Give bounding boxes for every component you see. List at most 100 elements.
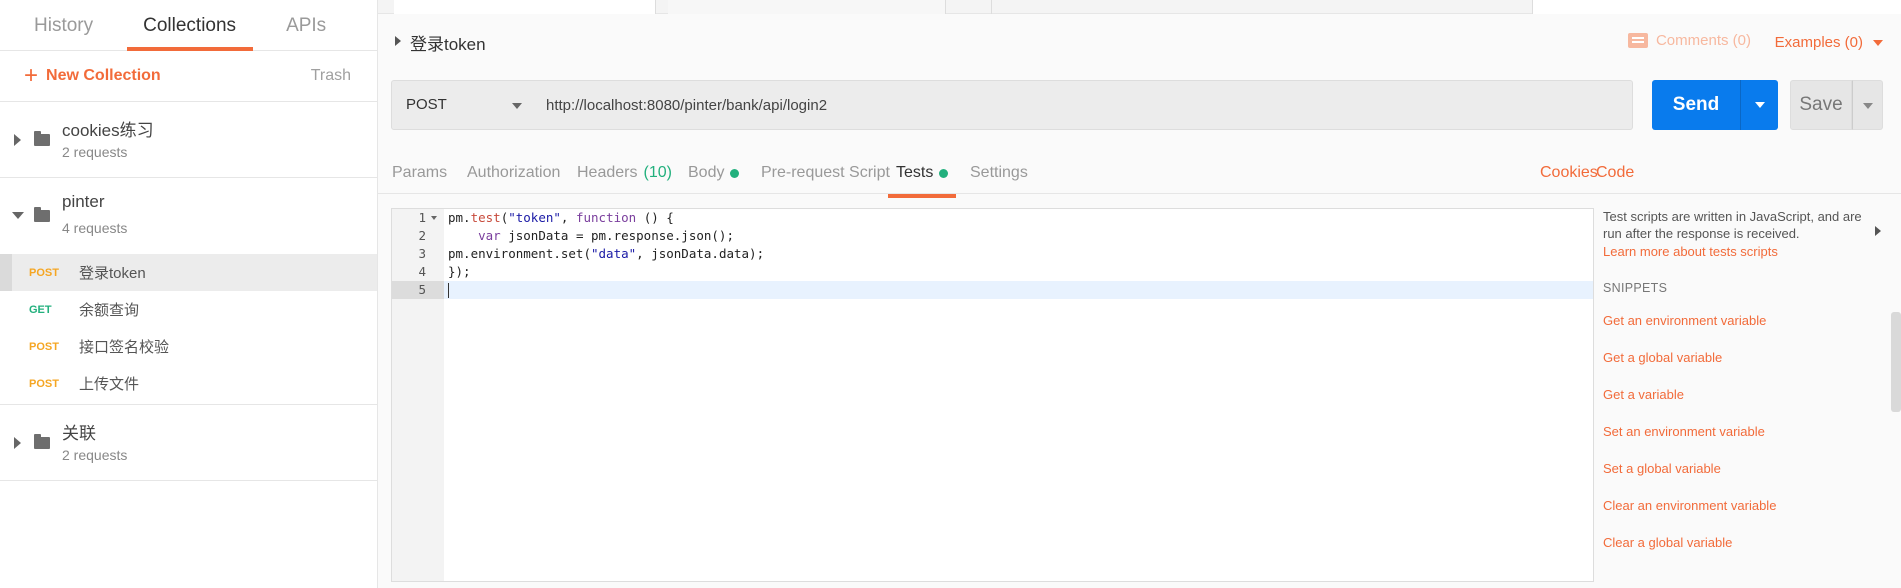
method-badge: POST	[29, 377, 59, 390]
code-text	[448, 281, 449, 299]
request-name: 登录token	[79, 265, 146, 282]
snippet-link[interactable]: Clear an environment variable	[1603, 498, 1873, 517]
request-item[interactable]: POST 接口签名校验	[0, 328, 377, 365]
tab-label: Params	[392, 164, 448, 181]
fold-arrow-icon[interactable]	[431, 216, 437, 220]
collection-name: cookies练习	[62, 121, 154, 140]
sidebar-tabs: History Collections APIs	[0, 0, 377, 51]
tab-prerequest-script[interactable]: Pre-request Script	[761, 164, 890, 182]
new-collection-label: New Collection	[46, 67, 161, 84]
request-title-row: 登录token Comments (0) Examples (0)	[378, 24, 1901, 58]
sidebar-actions: + New Collection Trash	[0, 51, 377, 102]
headers-count: (10)	[643, 164, 672, 181]
comments-label: Comments (0)	[1655, 32, 1751, 49]
caret-right-icon[interactable]	[14, 437, 21, 449]
tab-params[interactable]: Params	[392, 164, 447, 182]
url-input[interactable]	[534, 80, 1633, 130]
panel-description: Test scripts are written in JavaScript, …	[1603, 209, 1862, 241]
tab-apis[interactable]: APIs	[270, 0, 342, 50]
line-number: 2	[418, 228, 426, 243]
folder-icon	[34, 434, 50, 449]
tab-label: Pre-request Script	[761, 164, 890, 181]
code-text: });	[448, 264, 471, 279]
tab-tests[interactable]: Tests	[887, 164, 957, 198]
folder-icon	[34, 131, 50, 146]
send-button[interactable]: Send	[1652, 80, 1740, 130]
add-tab-button[interactable]	[956, 0, 992, 14]
comments-button[interactable]: Comments (0)	[1627, 32, 1751, 49]
request-item[interactable]: POST 登录token	[0, 254, 377, 291]
collection-count: 2 requests	[62, 447, 128, 463]
caret-right-icon[interactable]	[395, 36, 401, 46]
request-name: 上传文件	[79, 376, 140, 393]
method-badge: POST	[29, 340, 59, 353]
active-dot-icon	[730, 168, 740, 178]
request-tab-strip	[378, 0, 1901, 14]
request-tab[interactable]	[668, 0, 946, 14]
request-name: 接口签名校验	[79, 339, 170, 356]
collection-cookies[interactable]: cookies练习 2 requests	[0, 102, 377, 178]
scrollbar[interactable]	[1891, 312, 1901, 412]
examples-dropdown[interactable]: Examples (0)	[1775, 34, 1883, 51]
sidebar: History Collections APIs + New Collectio…	[0, 0, 378, 588]
chevron-down-icon	[1873, 39, 1883, 46]
code-link[interactable]: Code	[1596, 164, 1634, 182]
snippet-link[interactable]: Clear a global variable	[1603, 535, 1873, 554]
request-item[interactable]: POST 上传文件	[0, 365, 377, 402]
folder-icon	[34, 207, 50, 222]
collection-name: pinter	[62, 192, 105, 211]
collection-name: 关联	[62, 424, 96, 443]
save-options-button[interactable]	[1852, 80, 1883, 130]
cookies-link[interactable]: Cookies	[1540, 164, 1598, 182]
line-number: 4	[418, 264, 426, 279]
caret-right-icon[interactable]	[14, 134, 21, 146]
caret-down-icon[interactable]	[12, 212, 24, 219]
request-item[interactable]: GET 余额查询	[0, 291, 377, 328]
method-select[interactable]: POST	[391, 80, 535, 130]
collection-guanlian[interactable]: 关联 2 requests	[0, 405, 377, 481]
tab-headers[interactable]: Headers (10)	[577, 164, 672, 182]
request-list: POST 登录token GET 余额查询 POST 接口签名校验 POST 上…	[0, 254, 377, 405]
tab-body[interactable]: Body	[688, 164, 740, 182]
new-collection-button[interactable]: + New Collection	[24, 62, 161, 89]
request-name: 余额查询	[79, 302, 140, 319]
snippet-link[interactable]: Get a variable	[1603, 387, 1873, 406]
tab-label: Settings	[970, 164, 1028, 181]
snippets-heading: SNIPPETS	[1603, 281, 1668, 295]
method-badge: POST	[29, 266, 59, 279]
url-bar: POST Send Save	[391, 80, 1901, 130]
learn-more-link[interactable]: Learn more about tests scripts	[1603, 244, 1873, 259]
save-button[interactable]: Save	[1790, 80, 1852, 130]
snippet-link[interactable]: Set a global variable	[1603, 461, 1873, 480]
send-options-button[interactable]	[1740, 80, 1778, 130]
tab-label: Headers	[577, 164, 638, 181]
tab-label: Authorization	[467, 164, 561, 181]
method-badge: GET	[29, 303, 52, 316]
snippets-panel: Test scripts are written in JavaScript, …	[1603, 208, 1873, 588]
tests-editor[interactable]: 1 pm.test("token", function () { 2 var j…	[391, 208, 1594, 582]
examples-label: Examples (0)	[1774, 34, 1863, 51]
active-dot-icon	[939, 168, 949, 178]
collection-pinter[interactable]: pinter 4 requests	[0, 178, 377, 254]
tab-collections[interactable]: Collections	[127, 0, 254, 51]
line-number: 3	[418, 246, 426, 261]
code-text: var jsonData = pm.response.json();	[478, 228, 734, 243]
request-title[interactable]: 登录token	[410, 30, 486, 55]
line-number: 1	[418, 210, 426, 225]
tab-settings[interactable]: Settings	[970, 164, 1028, 182]
plus-icon: +	[24, 62, 39, 89]
code-text: pm.environment.set("data", jsonData.data…	[448, 246, 765, 261]
tab-history[interactable]: History	[18, 0, 109, 50]
snippet-link[interactable]: Get an environment variable	[1603, 313, 1873, 332]
request-tab[interactable]	[394, 0, 656, 14]
environment-select[interactable]	[1532, 0, 1901, 14]
code-text: pm.test("token", function () {	[448, 210, 674, 225]
collection-count: 2 requests	[62, 144, 128, 160]
tab-label: Tests	[896, 164, 934, 181]
snippet-link[interactable]: Set an environment variable	[1603, 424, 1873, 443]
collapse-panel-icon[interactable]	[1875, 226, 1881, 236]
tab-authorization[interactable]: Authorization	[467, 164, 560, 182]
request-builder: 登录token Comments (0) Examples (0) POST S…	[378, 0, 1901, 588]
trash-button[interactable]: Trash	[311, 67, 351, 85]
snippet-link[interactable]: Get a global variable	[1603, 350, 1873, 369]
